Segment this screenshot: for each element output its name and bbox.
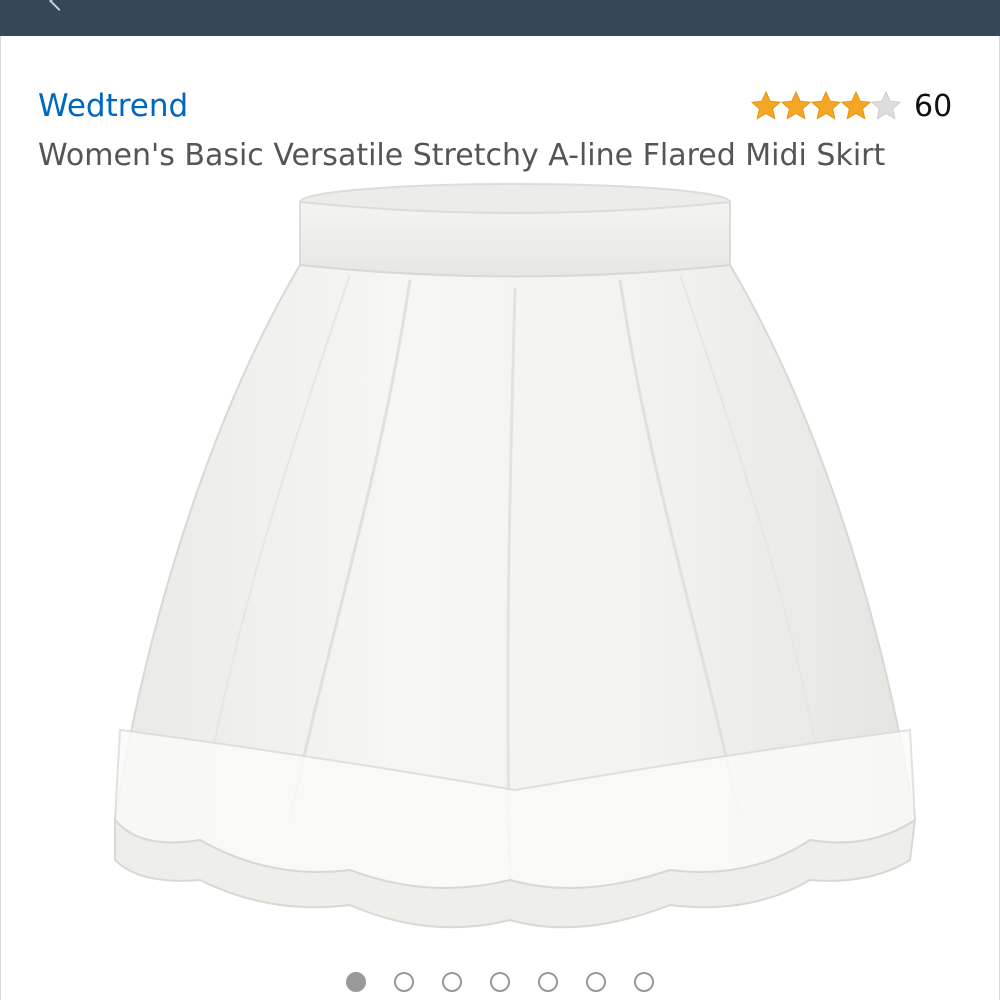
top-navigation-bar <box>0 0 1000 36</box>
star-filled-icon <box>780 90 812 120</box>
carousel-dot[interactable] <box>634 972 654 992</box>
star-rating <box>750 90 902 122</box>
brand-link[interactable]: Wedtrend <box>38 86 188 126</box>
product-title: Women's Basic Versatile Stretchy A-line … <box>38 138 886 173</box>
image-carousel-indicator <box>0 972 1000 992</box>
star-filled-icon <box>840 90 872 120</box>
star-empty-icon <box>870 90 902 120</box>
carousel-dot[interactable] <box>346 972 366 992</box>
rating-count[interactable]: 60 <box>914 89 952 124</box>
star-filled-icon <box>810 90 842 120</box>
carousel-dot[interactable] <box>442 972 462 992</box>
rating-summary[interactable]: 60 <box>750 86 952 126</box>
carousel-dot[interactable] <box>394 972 414 992</box>
star-filled-icon <box>750 90 782 120</box>
product-image[interactable] <box>110 180 920 950</box>
waistband <box>299 200 731 278</box>
back-chevron-icon[interactable] <box>49 0 69 11</box>
carousel-dot[interactable] <box>490 972 510 992</box>
carousel-dot[interactable] <box>538 972 558 992</box>
carousel-dot[interactable] <box>586 972 606 992</box>
